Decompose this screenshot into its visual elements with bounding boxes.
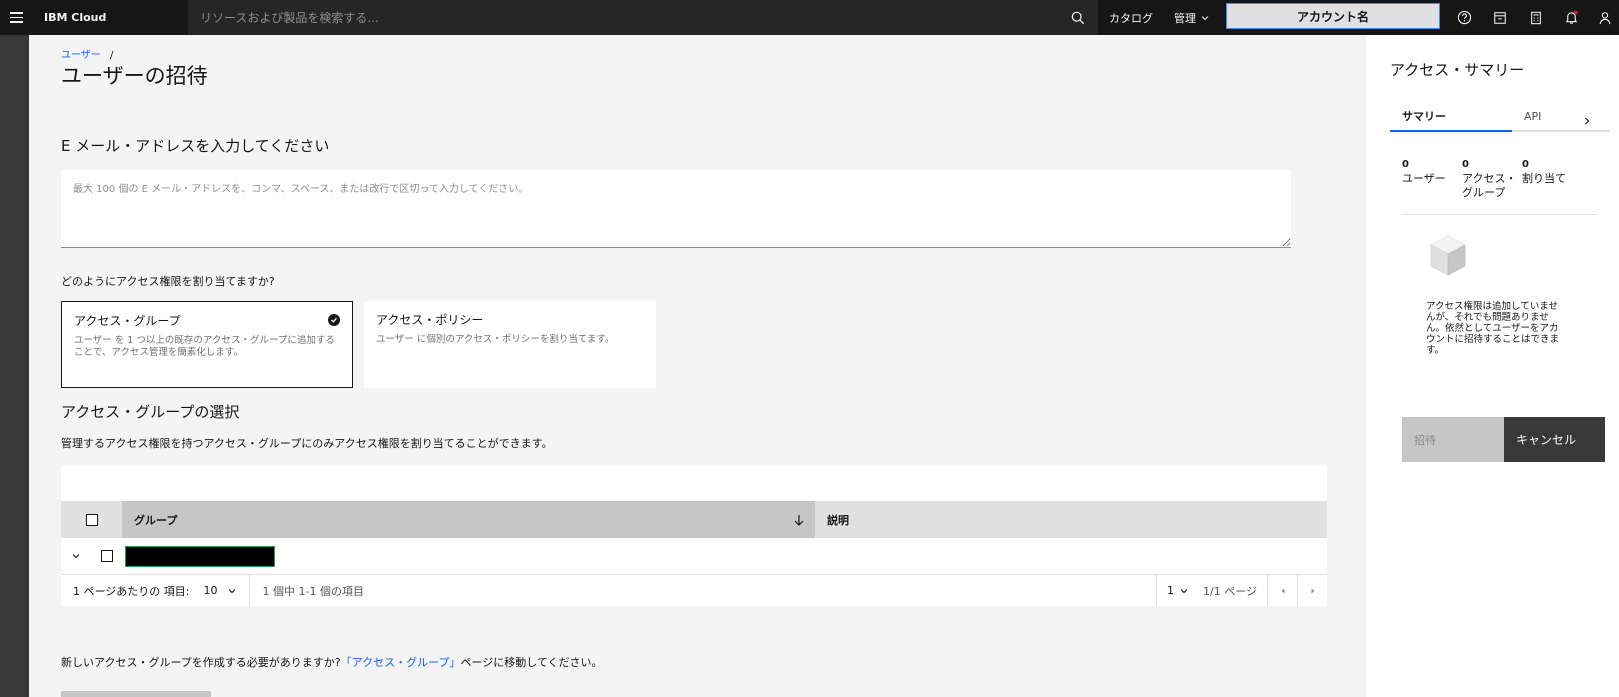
footnote-prefix: 新しいアクセス・グループを作成する必要がありますか?	[61, 656, 341, 669]
select-all-checkbox[interactable]	[85, 513, 98, 526]
table-header: グループ 説明	[61, 501, 1327, 538]
caret-right-icon	[1311, 588, 1314, 593]
stat-access-groups: 0 アクセス・グループ	[1462, 158, 1522, 200]
group-name-redacted	[125, 545, 275, 567]
stat-access-groups-label: アクセス・グループ	[1462, 172, 1517, 199]
caret-left-icon	[1281, 588, 1284, 593]
row-expand-toggle[interactable]	[61, 551, 91, 561]
global-search[interactable]	[188, 0, 1098, 35]
manage-label: 管理	[1174, 11, 1196, 25]
summary-empty-message: アクセス権限は追加していませんが、それでも問題ありません。依然としてユーザーをア…	[1426, 301, 1560, 356]
chevron-down-icon	[1201, 15, 1209, 20]
main-content: ユーザー / ユーザーの招待 E メール・アドレスを入力してください どのように…	[29, 35, 1366, 697]
column-header-group[interactable]: グループ	[122, 501, 815, 538]
stat-users-label: ユーザー	[1402, 172, 1446, 185]
page-select[interactable]: 1 1/1 ページ	[1156, 575, 1267, 606]
page-of-label: 1/1 ページ	[1203, 584, 1257, 598]
manage-menu[interactable]: 管理	[1174, 0, 1210, 35]
tile-access-group-title: アクセス・グループ	[74, 314, 181, 328]
search-icon[interactable]	[1060, 0, 1096, 35]
access-group-section-heading: アクセス・グループの選択	[61, 403, 240, 421]
pagination-controls: 1 1/1 ページ	[1156, 575, 1327, 606]
catalog-link[interactable]: カタログ	[1109, 0, 1153, 35]
items-per-page-select[interactable]: 10	[203, 584, 237, 597]
user-avatar-icon[interactable]	[1587, 0, 1619, 35]
add-button[interactable]: 追加	[61, 691, 211, 697]
row-checkbox-cell	[91, 550, 122, 562]
chevron-down-icon	[72, 554, 80, 559]
summary-tabs: サマリー API	[1390, 102, 1610, 132]
cancel-button[interactable]: キャンセル	[1504, 417, 1605, 462]
brand-logo[interactable]: IBM Cloud	[44, 11, 174, 24]
access-summary-panel: アクセス・サマリー サマリー API 0 ユーザー 0 アクセス・グループ 0 …	[1366, 35, 1619, 697]
summary-title: アクセス・サマリー	[1390, 61, 1525, 79]
tab-summary[interactable]: サマリー	[1390, 102, 1512, 132]
cost-estimator-icon[interactable]	[1482, 0, 1518, 35]
top-navigation-bar: IBM Cloud カタログ 管理 アカウント名	[0, 0, 1619, 35]
tile-access-policy[interactable]: アクセス・ポリシー ユーザー に個別のアクセス・ポリシーを割り当てます。	[364, 301, 656, 388]
stat-access-groups-value: 0	[1462, 159, 1469, 170]
invite-button[interactable]: 招待	[1402, 417, 1504, 462]
stat-assignments-value: 0	[1522, 159, 1529, 170]
chevron-down-icon	[229, 588, 236, 593]
access-group-section-desc: 管理するアクセス権限を持つアクセス・グループにのみアクセス権限を割り当てることが…	[61, 437, 553, 450]
checkmark-icon	[328, 314, 340, 326]
left-rail	[0, 35, 29, 697]
create-group-footnote: 新しいアクセス・グループを作成する必要がありますか?「アクセス・グループ」ページ…	[61, 654, 603, 670]
email-textarea[interactable]	[61, 170, 1291, 248]
page-select-value: 1	[1167, 584, 1175, 597]
summary-divider	[1402, 214, 1597, 215]
calculator-icon[interactable]	[1518, 0, 1554, 35]
account-switcher[interactable]: アカウント名	[1226, 3, 1440, 29]
summary-stats: 0 ユーザー 0 アクセス・グループ 0 割り当て	[1402, 158, 1592, 200]
chevron-right-icon	[1585, 117, 1590, 125]
previous-page-button[interactable]	[1267, 575, 1297, 606]
stat-assignments-label: 割り当て	[1522, 172, 1566, 185]
footnote-suffix: ページに移動してください。	[460, 656, 603, 669]
summary-actions: 招待 キャンセル	[1402, 417, 1605, 462]
email-section-heading: E メール・アドレスを入力してください	[61, 137, 330, 155]
tile-access-group-desc: ユーザー を 1 つ以上の既存のアクセス・グループに追加することで、アクセス管理…	[74, 335, 335, 358]
tabs-next-icon[interactable]	[1582, 111, 1592, 130]
column-header-group-label: グループ	[134, 513, 178, 527]
notification-icon[interactable]	[1553, 0, 1589, 35]
table-toolbar	[61, 465, 1327, 501]
box-icon	[1428, 234, 1468, 282]
tile-access-group[interactable]: アクセス・グループ ユーザー を 1 つ以上の既存のアクセス・グループに追加する…	[61, 301, 353, 388]
items-per-page-label: 1 ページあたりの 項目:	[73, 584, 190, 598]
table-row[interactable]	[61, 538, 1327, 575]
items-per-page-value: 10	[203, 584, 218, 597]
table-pagination: 1 ページあたりの 項目: 10 1 個中 1-1 個の項目 1 1/1 ページ	[61, 575, 1327, 606]
help-icon[interactable]	[1446, 0, 1482, 35]
select-all-cell	[61, 501, 122, 538]
row-checkbox[interactable]	[100, 550, 113, 562]
assign-access-question: どのようにアクセス権限を割り当てますか?	[61, 275, 275, 288]
page-title: ユーザーの招待	[61, 64, 208, 88]
breadcrumb: ユーザー /	[61, 46, 113, 61]
column-header-description: 説明	[827, 513, 849, 527]
stat-users: 0 ユーザー	[1402, 158, 1462, 200]
stat-assignments: 0 割り当て	[1522, 158, 1582, 200]
next-page-button[interactable]	[1297, 575, 1327, 606]
access-group-table: グループ 説明 1 ページあたりの 項目: 10 1 個中 1-1 個の項目 1…	[61, 465, 1327, 606]
chevron-down-icon	[1180, 588, 1188, 593]
access-groups-link[interactable]: 「アクセス・グループ」	[341, 656, 461, 669]
arrow-down-icon	[794, 514, 804, 526]
pagination-divider	[249, 575, 251, 606]
menu-icon[interactable]	[4, 0, 28, 35]
tab-api[interactable]: API	[1512, 102, 1610, 132]
pagination-range: 1 個中 1-1 個の項目	[262, 584, 364, 598]
tile-access-policy-desc: ユーザー に個別のアクセス・ポリシーを割り当てます。	[376, 334, 615, 345]
search-input[interactable]	[188, 10, 1098, 25]
tile-access-policy-title: アクセス・ポリシー	[376, 313, 484, 327]
stat-users-value: 0	[1402, 159, 1409, 170]
